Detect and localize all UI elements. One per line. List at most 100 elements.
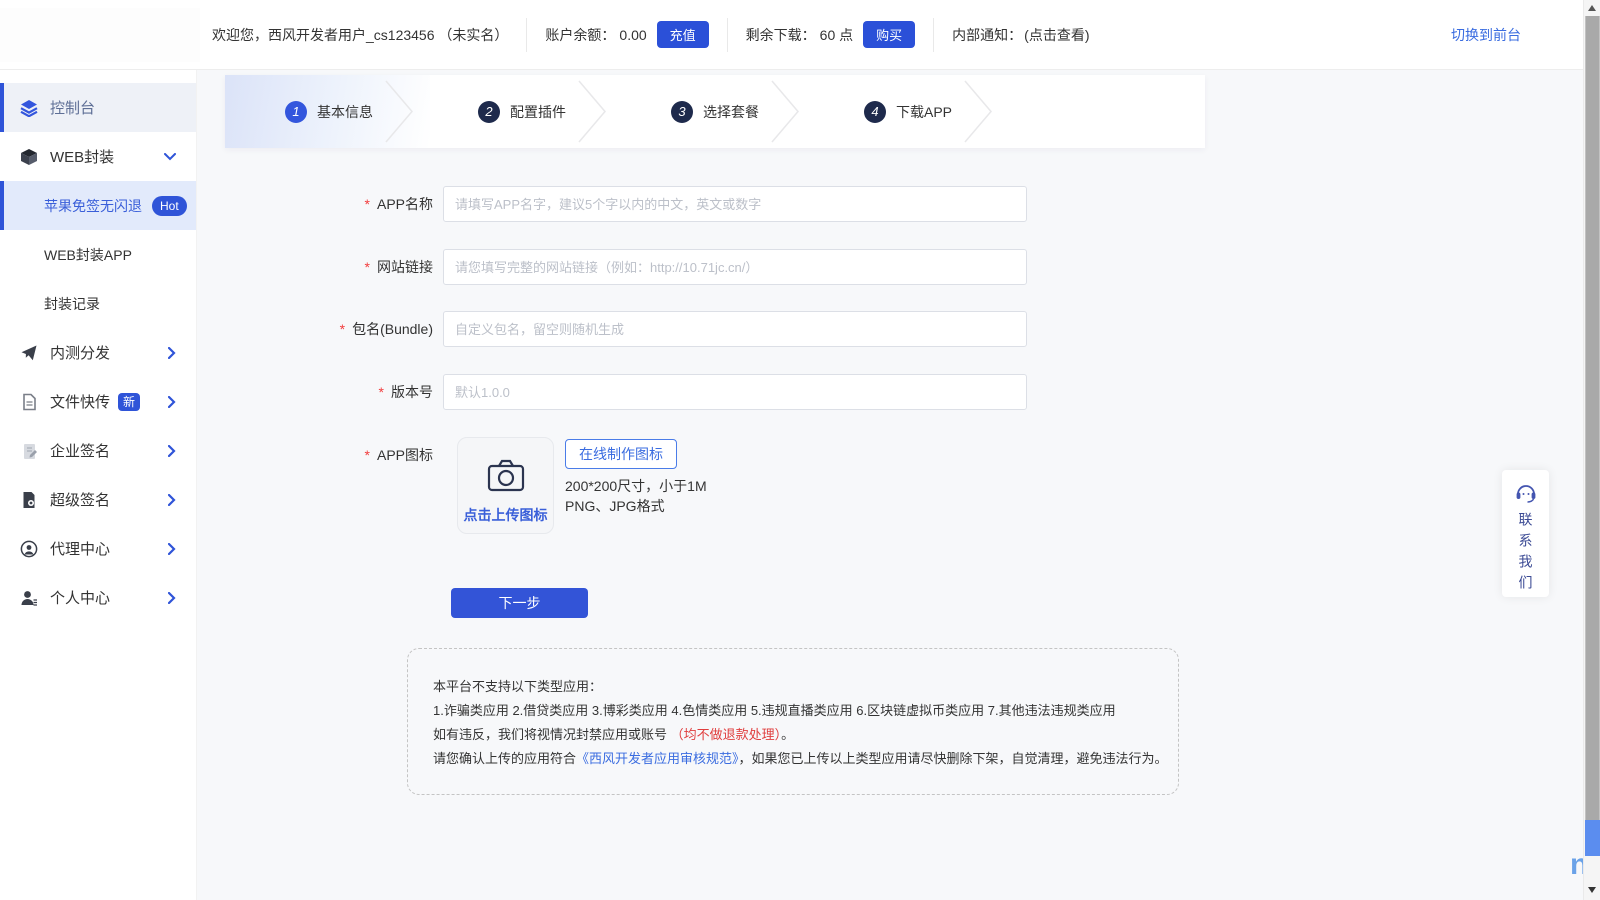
- step-separator: [961, 75, 997, 148]
- step-download-app[interactable]: 4 下载APP: [804, 75, 961, 148]
- app-name-input[interactable]: [443, 186, 1027, 222]
- step-label: 基本信息: [317, 102, 373, 122]
- divider: [526, 18, 527, 52]
- step-wizard: 1 基本信息 2 配置插件 3 选择套餐 4 下载APP: [225, 75, 1205, 148]
- recharge-button[interactable]: 充值: [657, 21, 709, 48]
- icon-format-hint: PNG、JPG格式: [565, 496, 665, 516]
- step-separator: [768, 75, 804, 148]
- sidebar-item-web-package[interactable]: WEB封装: [0, 132, 196, 181]
- sidebar-item-console[interactable]: 控制台: [0, 83, 196, 132]
- contact-us-widget[interactable]: 联系我们: [1502, 470, 1549, 597]
- clipboard-icon: [20, 442, 38, 460]
- required-asterisk: *: [365, 259, 370, 275]
- person-icon: [20, 589, 38, 607]
- step-number: 1: [285, 101, 307, 123]
- internal-notice-link[interactable]: (点击查看): [1024, 25, 1089, 45]
- step-separator: [382, 75, 418, 148]
- step-label: 下载APP: [896, 102, 952, 122]
- step-number: 2: [478, 101, 500, 123]
- scroll-up-arrow-icon[interactable]: [1588, 5, 1596, 11]
- step-configure-plugins[interactable]: 2 配置插件: [418, 75, 575, 148]
- scrollbar-track[interactable]: [1583, 0, 1600, 900]
- chevron-right-icon: [168, 396, 176, 408]
- balance-label: 账户余额：: [545, 25, 615, 45]
- sidebar-item-label: 个人中心: [50, 587, 110, 608]
- required-asterisk: *: [379, 384, 384, 400]
- sidebar-item-personal-center[interactable]: 个人中心: [0, 573, 196, 622]
- required-asterisk: *: [340, 321, 345, 337]
- sidebar-item-super-sign[interactable]: 超级签名: [0, 475, 196, 524]
- sidebar-item-label: 文件快传: [50, 391, 110, 412]
- downloads-value: 60 点: [820, 25, 853, 45]
- step-basic-info[interactable]: 1 基本信息: [225, 75, 382, 148]
- version-input[interactable]: [443, 374, 1027, 410]
- chevron-down-icon: [164, 153, 176, 161]
- switch-to-front-link[interactable]: 切换到前台: [1451, 25, 1521, 45]
- form-row-version: *版本号: [197, 374, 1027, 410]
- sidebar-subitem-web-package-app[interactable]: WEB封装APP: [0, 230, 196, 279]
- sidebar: 控制台 WEB封装 苹果免签无闪退 Hot WEB封装APP 封装记录 内测分发: [0, 70, 197, 900]
- form-row-app-name: *APP名称: [197, 186, 1027, 222]
- sidebar-subitem-label: 封装记录: [44, 294, 100, 314]
- sidebar-subitem-apple-nosign[interactable]: 苹果免签无闪退 Hot: [0, 181, 196, 230]
- sidebar-item-beta-distribution[interactable]: 内测分发: [0, 328, 196, 377]
- sidebar-subitem-package-records[interactable]: 封装记录: [0, 279, 196, 328]
- upload-icon-label: 点击上传图标: [464, 505, 548, 525]
- divider: [727, 18, 728, 52]
- field-label: *APP名称: [197, 186, 433, 222]
- next-step-button[interactable]: 下一步: [451, 588, 588, 618]
- bundle-name-input[interactable]: [443, 311, 1027, 347]
- form-row-bundle-name: *包名(Bundle): [197, 311, 1027, 347]
- field-label: *包名(Bundle): [197, 311, 433, 347]
- sidebar-item-label: WEB封装: [50, 146, 114, 167]
- field-label: *版本号: [197, 374, 433, 410]
- make-icon-online-button[interactable]: 在线制作图标: [565, 439, 677, 469]
- icon-size-hint: 200*200尺寸，小于1M: [565, 476, 707, 496]
- divider: [933, 18, 934, 52]
- notice-line-3: 如有违反，我们将视情况封禁应用或账号 （均不做退款处理）。: [433, 723, 1178, 747]
- form-row-site-url: *网站链接: [197, 249, 1027, 285]
- top-bar: 欢迎您，西风开发者用户_cs123456 （未实名） 账户余额： 0.00 充值…: [0, 0, 1583, 70]
- sidebar-item-label: 控制台: [50, 97, 95, 118]
- contact-us-label: 联系我们: [1516, 512, 1536, 596]
- no-refund-warning: （均不做退款处理）: [671, 727, 782, 742]
- agent-icon: [20, 540, 38, 558]
- sidebar-item-label: 代理中心: [50, 538, 110, 559]
- chevron-right-icon: [168, 592, 176, 604]
- sidebar-subitem-label: 苹果免签无闪退: [44, 196, 142, 216]
- scrollbar-thumb[interactable]: [1585, 16, 1600, 820]
- new-badge: 新: [118, 393, 140, 411]
- review-spec-link[interactable]: 《西风开发者应用审核规范》: [576, 751, 739, 766]
- scroll-down-arrow-icon[interactable]: [1588, 887, 1596, 893]
- chevron-right-icon: [168, 347, 176, 359]
- sidebar-item-label: 超级签名: [50, 489, 110, 510]
- internal-notice-label: 内部通知：: [952, 25, 1022, 45]
- sidebar-item-enterprise-sign[interactable]: 企业签名: [0, 426, 196, 475]
- sidebar-item-label: 内测分发: [50, 342, 110, 363]
- step-number: 4: [864, 101, 886, 123]
- notice-line-2: 1.诈骗类应用 2.借贷类应用 3.博彩类应用 4.色情类应用 5.违规直播类应…: [433, 699, 1178, 723]
- step-number: 3: [671, 101, 693, 123]
- step-label: 配置插件: [510, 102, 566, 122]
- scrollbar-marker: [1585, 820, 1600, 856]
- layers-icon: [20, 99, 38, 117]
- buy-button[interactable]: 购买: [863, 21, 915, 48]
- site-url-input[interactable]: [443, 249, 1027, 285]
- main-content: 1 基本信息 2 配置插件 3 选择套餐 4 下载APP *APP名称: [197, 70, 1583, 900]
- sidebar-item-file-transfer[interactable]: 文件快传 新: [0, 377, 196, 426]
- step-separator: [575, 75, 611, 148]
- chevron-right-icon: [168, 543, 176, 555]
- sidebar-item-agent-center[interactable]: 代理中心: [0, 524, 196, 573]
- step-choose-package[interactable]: 3 选择套餐: [611, 75, 768, 148]
- downloads-label: 剩余下载：: [746, 25, 816, 45]
- chevron-right-icon: [168, 494, 176, 506]
- box-icon: [20, 148, 38, 166]
- balance-value: 0.00: [619, 27, 646, 43]
- notice-line-1: 本平台不支持以下类型应用：: [433, 675, 1178, 699]
- file-icon: [20, 393, 38, 411]
- field-label: *网站链接: [197, 249, 433, 285]
- headset-icon: [1514, 482, 1538, 504]
- step-label: 选择套餐: [703, 102, 759, 122]
- policy-notice-box: 本平台不支持以下类型应用： 1.诈骗类应用 2.借贷类应用 3.博彩类应用 4.…: [407, 648, 1179, 795]
- icon-upload-box[interactable]: 点击上传图标: [457, 437, 554, 534]
